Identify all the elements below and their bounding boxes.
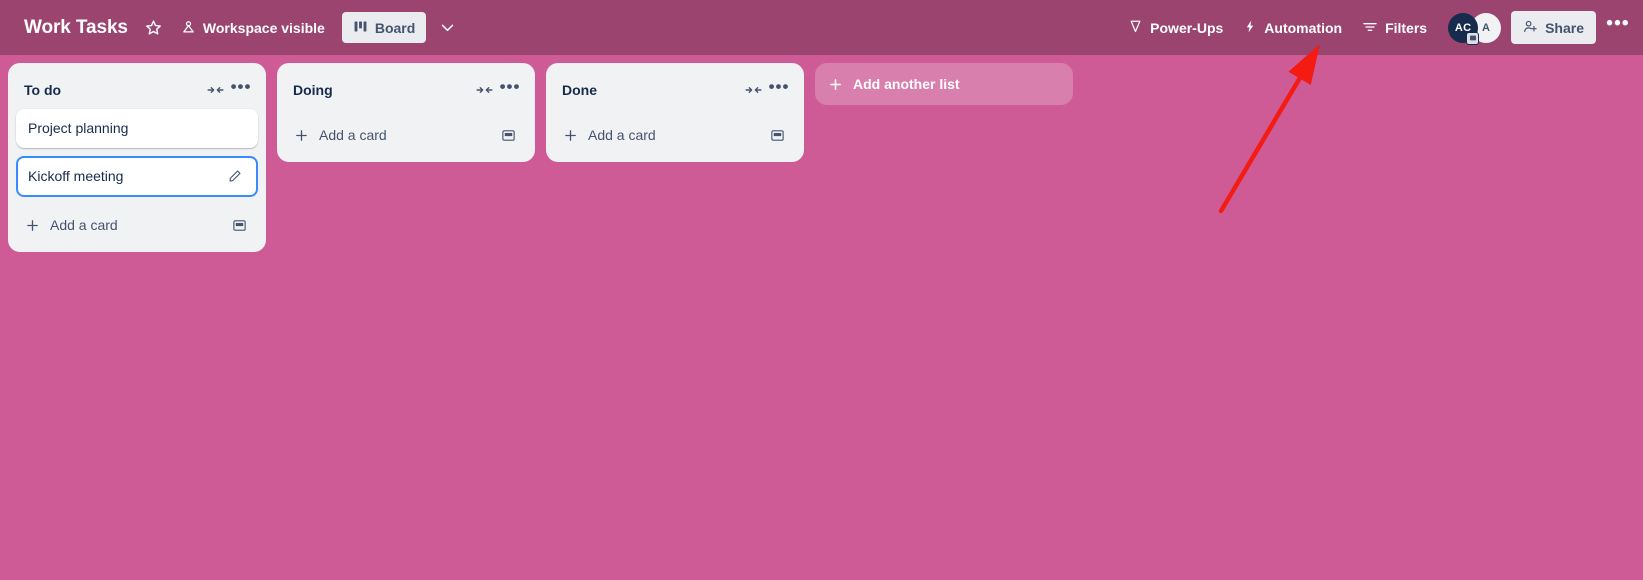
- plus-icon: [293, 127, 310, 144]
- add-card-button[interactable]: Add a card: [16, 205, 258, 244]
- list-title[interactable]: Done: [562, 80, 740, 100]
- workspace-visible-icon: [181, 19, 196, 36]
- star-icon[interactable]: [138, 12, 170, 44]
- filters-button[interactable]: Filters: [1353, 12, 1436, 44]
- collapse-list-icon[interactable]: [471, 77, 497, 103]
- share-label: Share: [1545, 19, 1584, 36]
- card-template-icon[interactable]: [766, 124, 788, 146]
- list-header: Doing •••: [285, 71, 527, 109]
- collapse-list-icon[interactable]: [202, 77, 228, 103]
- list-header: To do •••: [16, 71, 258, 109]
- plus-icon: [24, 217, 41, 234]
- card-list: Project planning Kickoff meeting: [16, 109, 258, 199]
- add-card-button[interactable]: Add a card: [285, 115, 527, 154]
- workspace-visibility-label: Workspace visible: [202, 19, 325, 36]
- workspace-visibility-button[interactable]: Workspace visible: [172, 12, 334, 43]
- list-to-do: To do ••• Project planning Kickoff meeti…: [8, 63, 266, 252]
- add-card-label: Add a card: [50, 217, 118, 233]
- card-template-icon[interactable]: [228, 214, 250, 236]
- plus-icon: [827, 76, 843, 92]
- list-actions-menu-icon[interactable]: •••: [228, 77, 254, 103]
- list-actions-menu-icon[interactable]: •••: [497, 77, 523, 103]
- card-template-icon[interactable]: [497, 124, 519, 146]
- card-project-planning[interactable]: Project planning: [16, 109, 258, 148]
- board-title[interactable]: Work Tasks: [16, 11, 136, 45]
- plus-icon: [562, 127, 579, 144]
- board-view-label: Board: [374, 19, 416, 36]
- list-actions-menu-icon[interactable]: •••: [766, 77, 792, 103]
- card-kickoff-meeting[interactable]: Kickoff meeting: [16, 156, 258, 197]
- avatar-status-badge-icon: [1466, 31, 1480, 45]
- card-title: Kickoff meeting: [28, 168, 124, 184]
- avatar-a-initials: A: [1482, 21, 1491, 34]
- board-canvas: To do ••• Project planning Kickoff meeti…: [0, 55, 1643, 580]
- power-ups-button[interactable]: Power-Ups: [1119, 12, 1232, 43]
- share-button[interactable]: Share: [1511, 11, 1596, 44]
- board-view-button[interactable]: Board: [341, 12, 427, 43]
- list-doing: Doing ••• Add a card: [277, 63, 535, 162]
- automation-label: Automation: [1264, 19, 1343, 36]
- avatar-ac[interactable]: AC: [1448, 12, 1480, 45]
- board-header-right: Power-Ups Automation Filters AC A Share …: [1119, 11, 1633, 45]
- power-ups-icon: [1128, 19, 1143, 36]
- list-done: Done ••• Add a card: [546, 63, 804, 162]
- share-person-add-icon: [1523, 19, 1538, 36]
- add-card-label: Add a card: [319, 127, 387, 143]
- board-header-left: Work Tasks Workspace visible Board: [16, 11, 1119, 45]
- add-another-list-button[interactable]: Add another list: [815, 63, 1073, 105]
- board-overflow-menu-icon[interactable]: •••: [1603, 12, 1633, 44]
- member-avatars: AC A: [1448, 12, 1502, 45]
- list-title[interactable]: Doing: [293, 80, 471, 100]
- automation-button[interactable]: Automation: [1234, 12, 1351, 43]
- card-title: Project planning: [28, 120, 129, 136]
- pencil-edit-icon[interactable]: [224, 165, 246, 187]
- list-title[interactable]: To do: [24, 80, 202, 100]
- add-card-button[interactable]: Add a card: [554, 115, 796, 154]
- list-header: Done •••: [554, 71, 796, 109]
- power-ups-label: Power-Ups: [1150, 19, 1224, 36]
- automation-bolt-icon: [1243, 19, 1257, 36]
- filters-icon: [1362, 19, 1378, 37]
- add-card-label: Add a card: [588, 127, 656, 143]
- filters-label: Filters: [1385, 19, 1428, 36]
- add-another-list-label: Add another list: [853, 76, 960, 92]
- board-view-icon: [353, 19, 368, 36]
- board-header: Work Tasks Workspace visible Board Power…: [0, 0, 1643, 55]
- chevron-down-icon[interactable]: [432, 13, 462, 43]
- collapse-list-icon[interactable]: [740, 77, 766, 103]
